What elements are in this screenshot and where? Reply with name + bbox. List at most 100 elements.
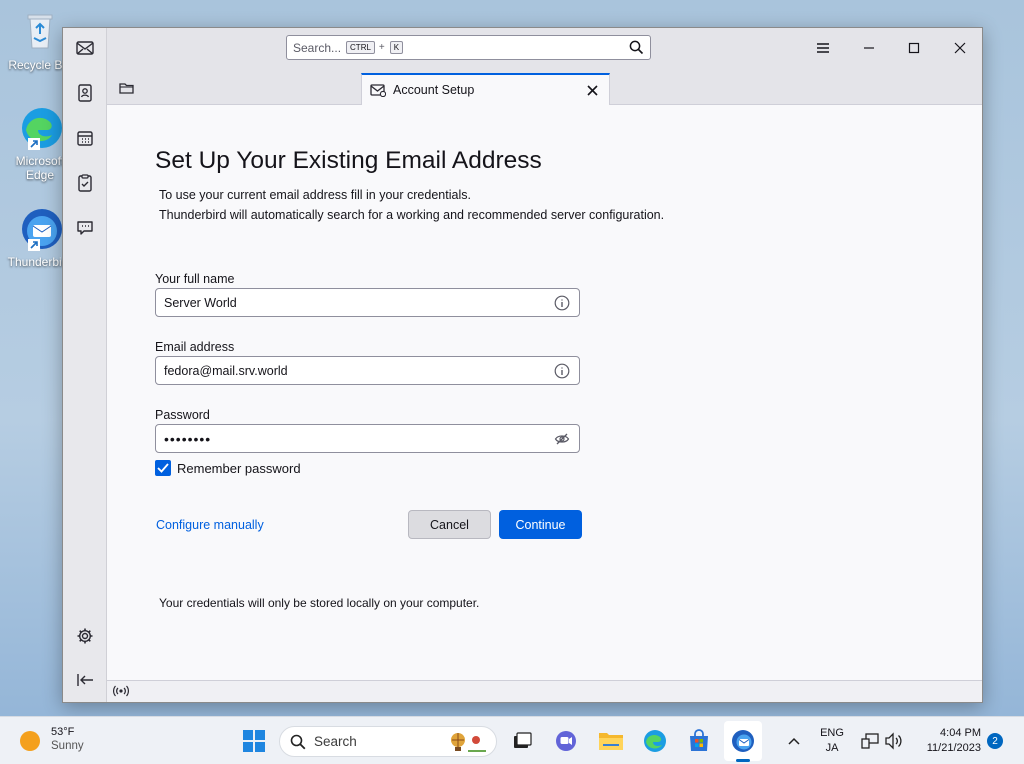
online-status-icon[interactable] bbox=[113, 685, 129, 700]
app-menu-button[interactable] bbox=[811, 36, 835, 60]
checkbox-checked-icon bbox=[155, 460, 171, 476]
search-icon bbox=[290, 734, 306, 749]
settings-space-button[interactable] bbox=[71, 622, 99, 650]
thunderbird-window: Search... CTRL + K Account Setup Set Up … bbox=[62, 27, 983, 703]
mail-icon bbox=[76, 41, 94, 55]
folder-pane-button[interactable] bbox=[119, 82, 134, 97]
global-search-box[interactable]: Search... CTRL + K bbox=[286, 35, 651, 60]
task-view-icon bbox=[514, 732, 532, 748]
info-icon[interactable] bbox=[554, 363, 570, 382]
minimize-button[interactable] bbox=[857, 36, 881, 60]
mail-space-button[interactable] bbox=[71, 34, 99, 62]
edge-taskbar-button[interactable] bbox=[641, 727, 669, 755]
recycle-bin-icon bbox=[16, 8, 64, 56]
account-setup-content: Set Up Your Existing Email Address To us… bbox=[107, 105, 982, 680]
close-icon bbox=[954, 42, 966, 54]
close-window-button[interactable] bbox=[948, 36, 972, 60]
show-hidden-icons-button[interactable] bbox=[780, 727, 808, 755]
collapse-left-icon bbox=[77, 674, 93, 686]
configure-manually-link[interactable]: Configure manually bbox=[156, 518, 264, 532]
info-icon[interactable] bbox=[554, 295, 570, 314]
task-view-button[interactable] bbox=[508, 727, 536, 755]
start-button[interactable] bbox=[240, 727, 268, 755]
clock-time: 4:04 PM bbox=[940, 727, 981, 739]
weather-widget[interactable]: 53°F Sunny bbox=[20, 726, 84, 752]
calendar-icon bbox=[77, 131, 93, 146]
lang-primary: ENG bbox=[820, 727, 844, 739]
taskbar-search[interactable]: Search bbox=[279, 726, 497, 757]
windows-logo-icon bbox=[243, 730, 265, 752]
status-bar bbox=[107, 680, 982, 702]
tasks-space-button[interactable] bbox=[71, 169, 99, 197]
store-icon bbox=[690, 729, 708, 751]
edge-icon bbox=[644, 730, 666, 752]
thunderbird-icon bbox=[16, 205, 64, 253]
continue-button[interactable]: Continue bbox=[499, 510, 582, 539]
cancel-button[interactable]: Cancel bbox=[408, 510, 491, 539]
maximize-icon bbox=[908, 42, 920, 54]
search-placeholder: Search... bbox=[293, 40, 342, 55]
chat-space-button[interactable] bbox=[71, 214, 99, 242]
chat-icon bbox=[556, 731, 576, 751]
address-book-space-button[interactable] bbox=[71, 79, 99, 107]
gear-icon bbox=[77, 628, 93, 644]
fullname-field[interactable]: Server World bbox=[155, 288, 580, 317]
remember-password-checkbox[interactable]: Remember password bbox=[155, 460, 301, 476]
page-title: Set Up Your Existing Email Address bbox=[155, 147, 542, 174]
sun-icon bbox=[20, 731, 40, 751]
collapse-spaces-button[interactable] bbox=[71, 666, 99, 694]
email-value: fedora@mail.srv.world bbox=[164, 363, 288, 378]
tab-label: Account Setup bbox=[393, 83, 475, 97]
file-explorer-button[interactable] bbox=[597, 727, 625, 755]
clock-date: 11/21/2023 bbox=[926, 742, 981, 754]
speaker-icon bbox=[885, 732, 902, 750]
account-setup-mail-icon bbox=[370, 83, 387, 100]
eye-hidden-icon[interactable] bbox=[554, 431, 570, 450]
edge-icon bbox=[16, 104, 64, 152]
password-value: •••••••• bbox=[164, 430, 212, 447]
email-label: Email address bbox=[155, 340, 235, 354]
volume-button[interactable] bbox=[880, 727, 908, 755]
shortcut-key-ctrl: CTRL bbox=[346, 41, 375, 54]
tab-account-setup[interactable]: Account Setup bbox=[361, 73, 610, 106]
search-highlight-balloon-icon bbox=[451, 733, 486, 752]
password-label: Password bbox=[155, 408, 210, 422]
minimize-icon bbox=[864, 47, 874, 49]
close-icon bbox=[586, 84, 598, 96]
notification-badge[interactable]: 2 bbox=[987, 733, 1003, 749]
folder-icon bbox=[119, 83, 134, 94]
teams-chat-button[interactable] bbox=[552, 727, 580, 755]
calendar-space-button[interactable] bbox=[71, 124, 99, 152]
weather-temp: 53°F bbox=[51, 726, 75, 738]
spaces-toolbar bbox=[63, 28, 107, 702]
intro-line-1: To use your current email address fill i… bbox=[159, 188, 471, 202]
tab-bar: Account Setup bbox=[107, 70, 982, 106]
chevron-up-icon bbox=[788, 737, 800, 745]
intro-text: To use your current email address fill i… bbox=[159, 185, 664, 225]
title-bar: Search... CTRL + K bbox=[107, 28, 982, 70]
tab-close-button[interactable] bbox=[583, 81, 601, 99]
search-icon[interactable] bbox=[629, 40, 644, 58]
input-language-indicator[interactable]: ENG JA bbox=[818, 726, 846, 756]
email-field[interactable]: fedora@mail.srv.world bbox=[155, 356, 580, 385]
folder-icon bbox=[599, 733, 623, 750]
fullname-value: Server World bbox=[164, 295, 237, 310]
lang-secondary: JA bbox=[825, 742, 839, 754]
credentials-note: Your credentials will only be stored loc… bbox=[159, 596, 480, 610]
address-book-icon bbox=[78, 84, 92, 102]
taskbar-clock[interactable]: 4:04 PM 11/21/2023 bbox=[915, 726, 981, 756]
taskbar: 53°F Sunny Search ENG JA 4:04 PM 11/21/2… bbox=[0, 716, 1024, 764]
maximize-button[interactable] bbox=[902, 36, 926, 60]
microsoft-store-button[interactable] bbox=[685, 727, 713, 755]
network-icon bbox=[861, 733, 879, 749]
intro-line-2: Thunderbird will automatically search fo… bbox=[159, 208, 665, 222]
hamburger-menu-icon bbox=[817, 43, 829, 53]
taskbar-search-label: Search bbox=[314, 734, 357, 749]
password-field[interactable]: •••••••• bbox=[155, 424, 580, 453]
fullname-label: Your full name bbox=[155, 272, 235, 286]
active-app-indicator bbox=[736, 759, 750, 762]
thunderbird-taskbar-button[interactable] bbox=[724, 721, 762, 761]
thunderbird-icon bbox=[732, 730, 754, 752]
shortcut-key-k: K bbox=[389, 41, 404, 54]
shortcut-plus: + bbox=[378, 42, 385, 53]
